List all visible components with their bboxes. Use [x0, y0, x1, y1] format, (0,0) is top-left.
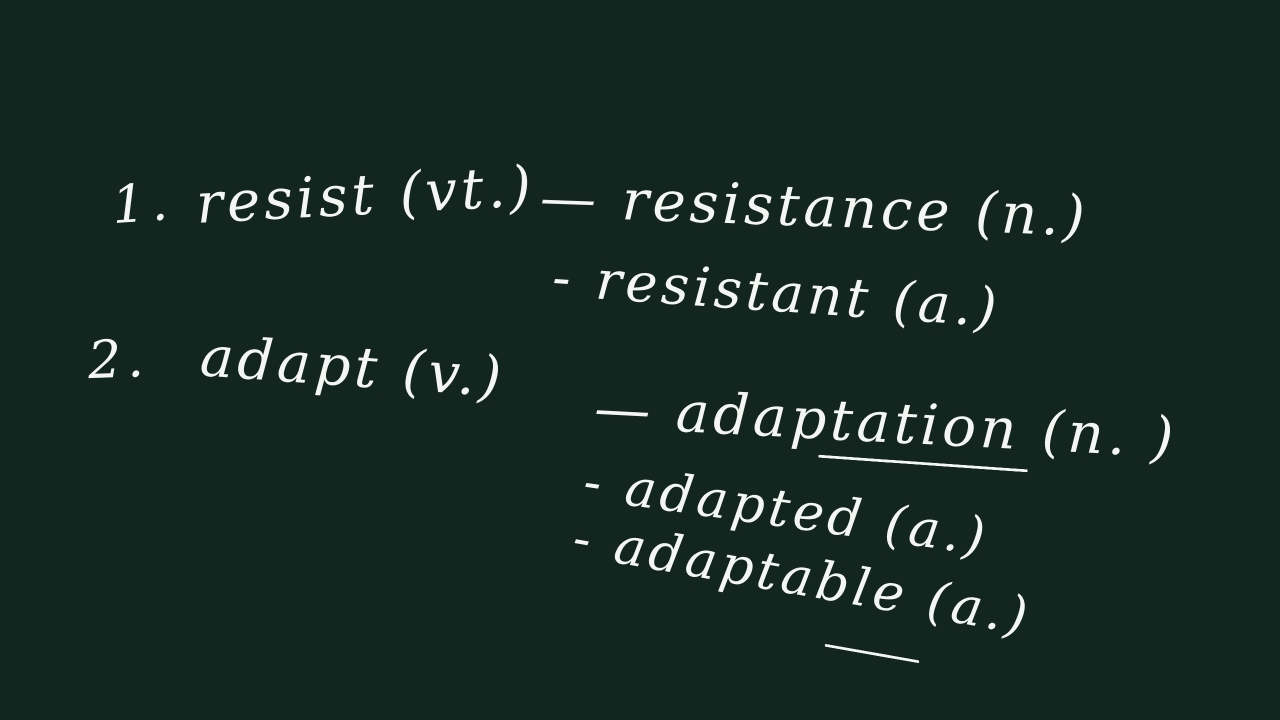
item-1-derived-2: - resistant (a.): [550, 245, 1003, 340]
item-1-derived-1: — resistance (n.): [539, 165, 1090, 250]
item-1-number: 1.: [109, 171, 176, 237]
item-2-base-word: adapt (v.): [198, 324, 508, 411]
item-1-base-word: resist (vt.): [194, 154, 537, 237]
item-2-number: 2.: [86, 328, 151, 392]
chalkboard: 1. resist (vt.) — resistance (n.) - resi…: [0, 0, 1280, 720]
able-suffix-underline: [824, 643, 920, 664]
item-2-derived-1: — adaptation (n. ): [592, 375, 1179, 472]
